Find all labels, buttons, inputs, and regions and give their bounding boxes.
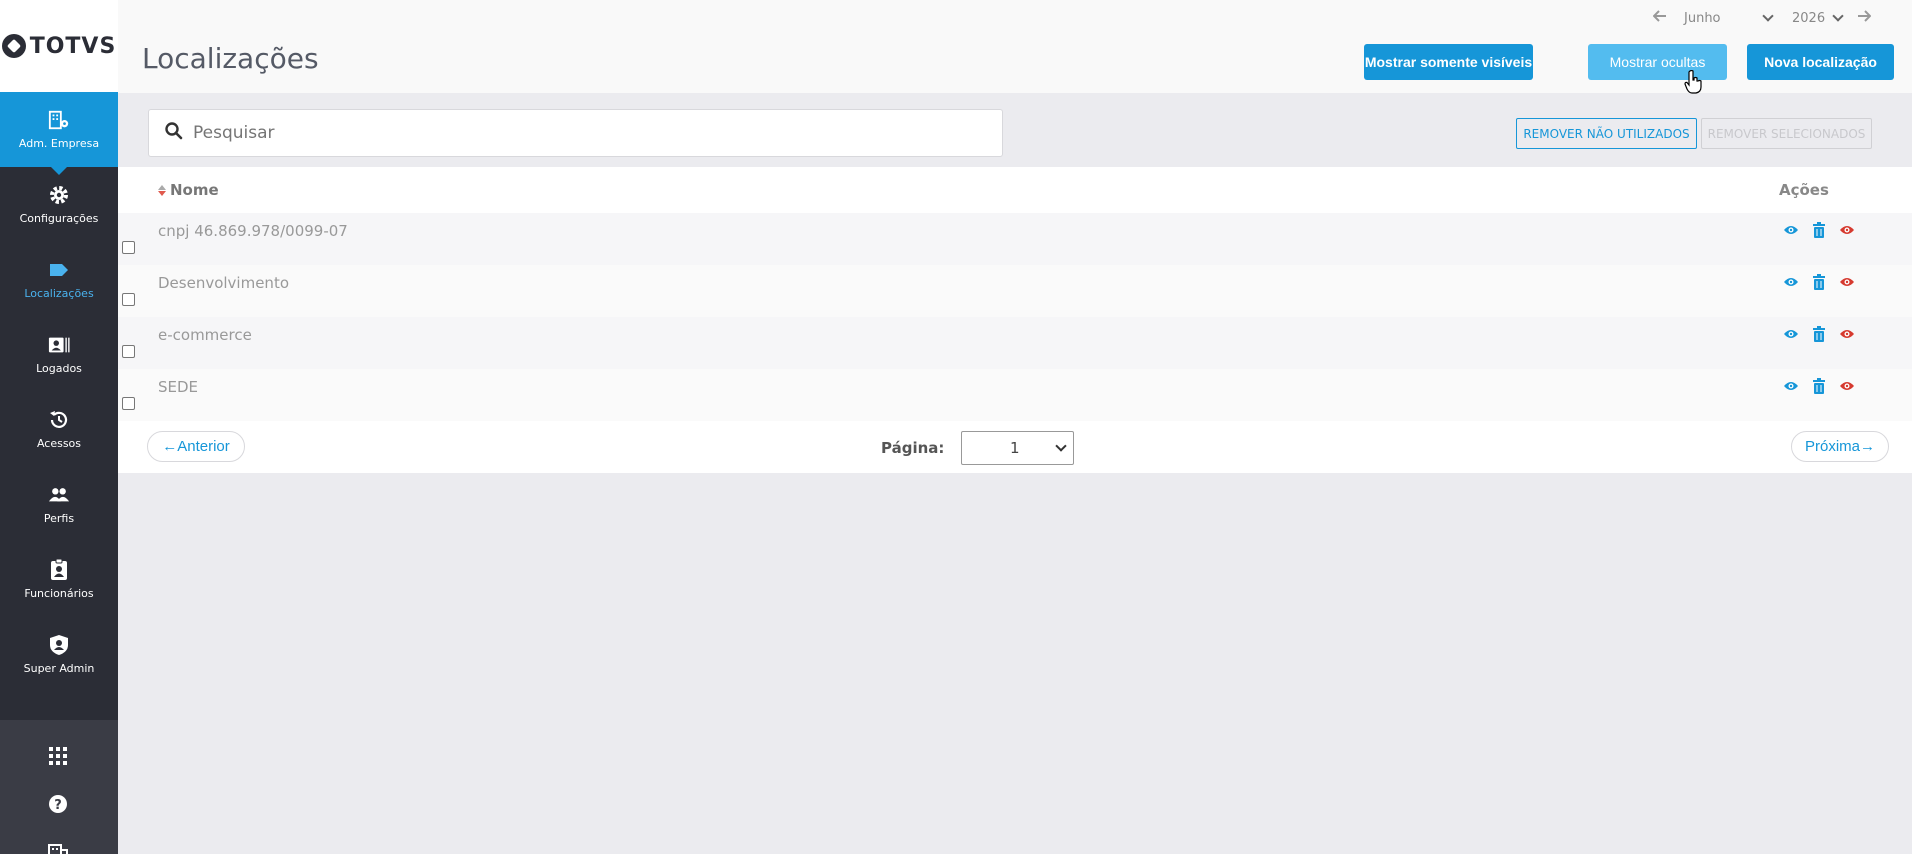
sidebar-item-label: Acessos [36,437,82,450]
totvs-logo-icon [1,34,26,58]
badge-icon [48,559,70,581]
row-actions [1782,377,1856,395]
row-name: cnpj 46.869.978/0099-07 [158,222,348,240]
pagination: ←Anterior Página: 1 Próxima→ [118,421,1912,473]
date-navigator: Junho 2026 [1652,10,1872,26]
trash-icon[interactable] [1810,377,1828,395]
users-icon [48,484,70,506]
page-title: Localizações [142,42,319,75]
trash-icon[interactable] [1810,221,1828,239]
row-actions [1782,221,1856,239]
row-actions [1782,273,1856,291]
building-gear-icon [48,109,70,131]
sidebar-bottom: ? [0,720,118,854]
page-select-value: 1 [1010,439,1020,457]
show-visible-button[interactable]: Mostrar somente visíveis [1364,44,1533,80]
row-checkbox[interactable] [122,241,135,254]
sidebar-item-configuracoes[interactable]: Configurações [0,167,118,242]
building-icon[interactable] [47,840,69,854]
previous-page-button[interactable]: ←Anterior [147,431,245,462]
row-name: e-commerce [158,326,252,344]
year-value: 2026 [1792,10,1826,26]
column-header-actions: Ações [1779,181,1829,199]
chevron-down-icon [1832,10,1844,22]
remove-selected-button[interactable]: REMOVER SELECIONADOS [1701,118,1872,149]
trash-icon[interactable] [1810,273,1828,291]
row-checkbox[interactable] [122,345,135,358]
history-icon [48,409,70,431]
view-icon[interactable] [1782,273,1800,291]
row-name: Desenvolvimento [158,274,290,292]
sidebar-item-localizacoes[interactable]: Localizações [0,242,118,317]
chevron-down-icon [1762,10,1774,22]
sidebar-item-adm-empresa[interactable]: Adm. Empresa [0,92,118,175]
year-select[interactable]: 2026 [1786,10,1848,26]
sidebar-item-label: Configurações [19,212,99,225]
table-row: e-commerce [118,317,1912,369]
table-row: cnpj 46.869.978/0099-07 [118,213,1912,265]
arrow-right-icon[interactable] [1856,10,1872,26]
hand-cursor-icon [1684,69,1704,94]
month-value: Junho [1684,10,1721,26]
column-header-name-label: Nome [170,181,219,199]
show-hidden-button[interactable]: Mostrar ocultas [1588,44,1727,80]
hide-icon[interactable] [1838,221,1856,239]
column-header-name[interactable]: Nome [158,181,219,199]
sidebar-item-logados[interactable]: Logados [0,317,118,392]
table-row: SEDE [118,369,1912,421]
view-icon[interactable] [1782,325,1800,343]
sidebar-item-label: Logados [36,362,82,375]
row-checkbox[interactable] [122,397,135,410]
sidebar-item-perfis[interactable]: Perfis [0,467,118,542]
help-icon[interactable]: ? [47,793,69,815]
new-location-button[interactable]: Nova localização [1747,44,1894,80]
sort-icon [158,184,166,196]
sidebar-item-label: Localizações [24,287,94,300]
page-header: Localizações Junho 2026 Mostrar somente … [118,0,1912,93]
id-card-icon [48,334,70,356]
sidebar-item-label: Super Admin [23,662,95,675]
gear-icon [48,184,70,206]
search-input[interactable] [193,123,973,143]
month-select[interactable]: Junho [1678,10,1778,26]
view-icon[interactable] [1782,221,1800,239]
remove-unused-button[interactable]: REMOVER NÃO UTILIZADOS [1516,118,1697,149]
tag-icon [48,259,70,281]
search-icon [165,122,183,144]
shield-user-icon [48,634,70,656]
trash-icon[interactable] [1810,325,1828,343]
svg-text:?: ? [54,798,62,813]
sidebar: TOTVS Adm. Empresa Configurações Localiz… [0,0,118,854]
sidebar-item-acessos[interactable]: Acessos [0,392,118,467]
hide-icon[interactable] [1838,325,1856,343]
hide-icon[interactable] [1838,273,1856,291]
view-icon[interactable] [1782,377,1800,395]
apps-grid-icon[interactable] [47,745,69,767]
row-checkbox[interactable] [122,293,135,306]
locations-table: Nome Ações cnpj 46.869.978/0099-07 Desen… [118,167,1912,473]
logo-text: TOTVS [29,33,117,59]
page-select[interactable]: 1 [961,431,1074,465]
page-label: Página: [881,439,945,457]
sidebar-item-label: Adm. Empresa [18,137,100,150]
sidebar-item-label: Perfis [43,512,75,525]
sidebar-item-funcionarios[interactable]: Funcionários [0,542,118,617]
arrow-left-icon[interactable] [1652,10,1668,26]
row-name: SEDE [158,378,199,396]
table-row: Desenvolvimento [118,265,1912,317]
table-header: Nome Ações [118,167,1912,213]
hide-icon[interactable] [1838,377,1856,395]
search-box [148,109,1003,157]
next-page-button[interactable]: Próxima→ [1791,431,1889,462]
totvs-logo[interactable]: TOTVS [0,0,118,92]
sidebar-item-super-admin[interactable]: Super Admin [0,617,118,692]
sidebar-item-label: Funcionários [24,587,94,600]
row-actions [1782,325,1856,343]
chevron-down-icon [1055,440,1067,452]
